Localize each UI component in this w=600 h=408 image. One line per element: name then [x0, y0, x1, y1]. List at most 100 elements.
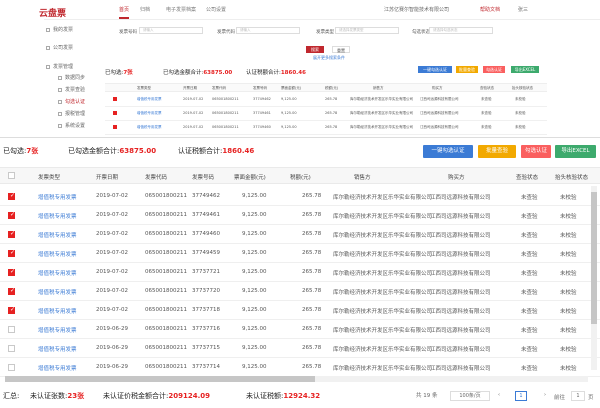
check-status-select[interactable]: 请选择勾选状态: [429, 27, 493, 34]
row-checkbox[interactable]: [8, 249, 15, 257]
row-checkbox[interactable]: [8, 268, 15, 276]
unverified-tax: 未认证税额:12924.32: [246, 392, 321, 400]
sidebar-item-check-auth[interactable]: 勾选认证: [58, 98, 85, 105]
horizontal-scrollbar[interactable]: [5, 376, 588, 382]
next-page-icon[interactable]: ›: [540, 391, 550, 401]
vertical-scroll-thumb[interactable]: [591, 192, 597, 324]
invoice-number-label: 发票号码: [119, 30, 137, 35]
mini-table-row[interactable]: 增值税专用发票 2019-07-02 065001800211 37749462…: [105, 94, 547, 107]
table-row[interactable]: 增值税专用发票 2019-06-29 065001800211 37737715 9,1…: [0, 340, 600, 358]
row-checkbox[interactable]: [8, 326, 15, 333]
mini-table-row[interactable]: 增值税专用发票 2019-07-02 065001800211 37749461…: [105, 108, 547, 121]
vertical-scrollbar[interactable]: [591, 186, 597, 370]
invoice-type-select[interactable]: 请选择发票类型: [335, 27, 399, 34]
header-buyer: 购买方: [448, 175, 465, 181]
unverified-count: 未认证张数:23张: [30, 392, 85, 400]
footer-summary: 汇总: 未认证张数:23张 未认证价税金额合计:209124.09 未认证税额:…: [0, 388, 600, 404]
row-checkbox[interactable]: [8, 364, 15, 371]
row-checkbox[interactable]: [8, 192, 15, 200]
tax-total: 认证税额合计:1860.46: [178, 147, 255, 155]
table-row[interactable]: 增值税专用发票2019-07-02065001800211377377219,1…: [0, 264, 600, 282]
user-menu[interactable]: 张三: [518, 6, 528, 13]
help-link[interactable]: 帮助文档: [480, 6, 500, 13]
top-nav: 首页 归档 电子发票档案 公司设置 江苏亿赛尔智能技术有限公司 帮助文档 张三: [44, 0, 600, 20]
background-page: 云盘票 我的发票 公司发票 发票管理 数据同步 发票查验 勾选认证 报税管理 系…: [0, 0, 600, 136]
table-row[interactable]: 增值税专用发票2019-07-02065001800211377377209,1…: [0, 283, 600, 301]
mini-submit-button[interactable]: 勾选认证: [483, 66, 505, 73]
tax-icon: [58, 111, 62, 116]
sidebar-item-tax[interactable]: 报税管理: [58, 110, 85, 117]
mini-row-checkbox[interactable]: [113, 111, 117, 115]
page-unit: 页: [588, 395, 594, 401]
tab-company-settings[interactable]: 公司设置: [206, 6, 226, 13]
selected-amount: 已勾选金额合计:63875.00: [68, 147, 157, 155]
invoice-number-input[interactable]: 请输入: [139, 27, 203, 34]
header-tax: 税额(元): [290, 175, 311, 181]
row-checkbox[interactable]: [8, 306, 15, 314]
table-row[interactable]: 增值税专用发票2019-07-02065001800211377377189,1…: [0, 302, 600, 320]
header-seller: 销售方: [354, 175, 371, 181]
mini-selected-count: 已勾选:7张: [105, 70, 133, 76]
summary-label: 汇总:: [3, 392, 20, 400]
mini-one-click-button[interactable]: 一键勾选认证: [418, 66, 452, 73]
table-row[interactable]: 增值税专用发票 2019-06-29 065001800211 37737714 9,1…: [0, 359, 600, 377]
table-row[interactable]: 增值税专用发票2019-07-02065001800211377494599,1…: [0, 245, 600, 263]
mini-row-checkbox[interactable]: [113, 125, 117, 129]
tab-e-archive[interactable]: 电子发票档案: [166, 6, 196, 13]
mini-export-button[interactable]: 导出EXCEL: [511, 66, 539, 73]
mini-batch-verify-button[interactable]: 批量查验: [456, 66, 478, 73]
reset-button[interactable]: 重置: [332, 46, 350, 53]
selected-count: 已勾选:7张: [3, 147, 39, 155]
invoice-code-input[interactable]: 请输入: [236, 27, 300, 34]
export-excel-button[interactable]: 导出EXCEL: [555, 145, 596, 158]
sidebar-item-verify[interactable]: 发票查验: [58, 86, 85, 93]
invoice-icon: [46, 27, 50, 32]
company-icon: [46, 45, 50, 50]
batch-verify-button[interactable]: 批量查验: [478, 145, 516, 158]
row-checkbox[interactable]: [8, 230, 15, 238]
verify-icon: [58, 87, 62, 92]
expand-filter-link[interactable]: 展开更多搜索条件: [313, 55, 345, 61]
select-all-checkbox[interactable]: [8, 172, 15, 179]
search-button[interactable]: 搜索: [306, 46, 324, 53]
check-icon: [58, 99, 62, 104]
row-checkbox[interactable]: [8, 345, 15, 352]
table-row[interactable]: 增值税专用发票 2019-06-29 065001800211 37737716 9,1…: [0, 321, 600, 339]
mini-row-checkbox[interactable]: [113, 97, 117, 101]
header-amount: 票面金额(元): [234, 175, 266, 181]
check-status-label: 勾选状态: [412, 30, 430, 35]
one-click-check-button[interactable]: 一键勾选认证: [423, 145, 473, 158]
goto-label: 前往: [554, 395, 566, 401]
goto-page-input[interactable]: 1: [571, 391, 585, 401]
mini-tax-total: 认证税额合计:1860.46: [246, 70, 306, 76]
invoice-type-label: 发票类型: [316, 30, 334, 35]
page-size-select[interactable]: 100条/页: [450, 391, 490, 401]
sidebar-item-sync[interactable]: 数据同步: [58, 74, 85, 81]
unverified-amount: 未认证价税金额合计:209124.09: [103, 392, 210, 400]
sidebar-item-settings[interactable]: 系统设置: [58, 122, 85, 129]
header-type: 发票类型: [38, 175, 61, 181]
header-date: 开票日期: [96, 175, 119, 181]
sidebar-item-invoice-management[interactable]: 发票管理: [46, 63, 73, 70]
check-auth-button[interactable]: 勾选认证: [521, 145, 551, 158]
sync-icon: [58, 75, 62, 80]
folder-icon: [46, 64, 50, 69]
row-checkbox[interactable]: [8, 287, 15, 295]
sidebar-item-my-invoices[interactable]: 我的发票: [46, 26, 73, 33]
header-verify: 查验状态: [516, 175, 539, 181]
mini-selected-amount: 已勾选金额合计:63875.00: [163, 70, 233, 76]
row-checkbox[interactable]: [8, 211, 15, 219]
table-row[interactable]: 增值税专用发票2019-07-02065001800211377494629,1…: [0, 188, 600, 206]
horizontal-scroll-thumb[interactable]: [5, 376, 315, 382]
tab-archive[interactable]: 归档: [140, 6, 150, 13]
current-page[interactable]: 1: [515, 391, 527, 401]
tab-home[interactable]: 首页: [119, 6, 130, 19]
prev-page-icon[interactable]: ‹: [494, 391, 504, 401]
table-row[interactable]: 增值税专用发票2019-07-02065001800211377494619,1…: [0, 207, 600, 225]
total-count: 共 19 条: [416, 393, 438, 399]
mini-table-row[interactable]: 增值税专用发票 2019-07-02 065001800211 37749460…: [105, 122, 547, 135]
invoice-code-label: 发票代码: [217, 30, 235, 35]
company-selector[interactable]: 江苏亿赛尔智能技术有限公司: [384, 6, 449, 13]
table-row[interactable]: 增值税专用发票2019-07-02065001800211377494609,1…: [0, 226, 600, 244]
sidebar-item-company-invoices[interactable]: 公司发票: [46, 44, 73, 51]
